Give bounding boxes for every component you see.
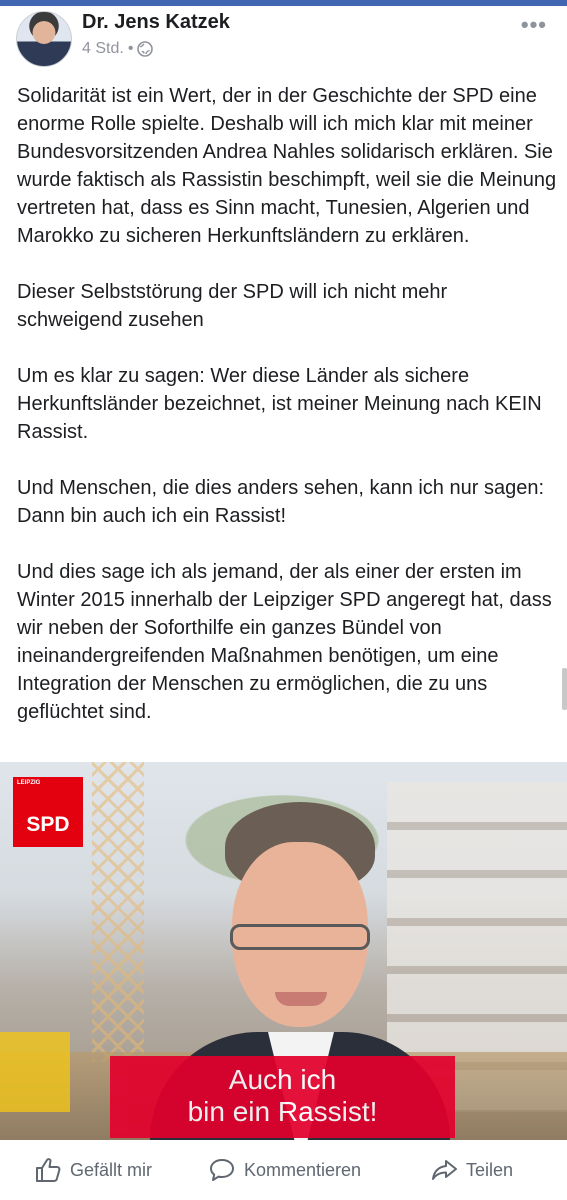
author-avatar[interactable]	[16, 11, 72, 67]
share-label: Teilen	[466, 1159, 514, 1180]
background-barrier	[0, 1032, 70, 1112]
post-paragraph: Und Menschen, die dies anders sehen, kan…	[17, 477, 545, 527]
share-button[interactable]: Teilen	[430, 1152, 513, 1188]
comment-bubble-icon	[208, 1156, 236, 1184]
spd-logo: LEIPZIG SPD	[13, 777, 83, 847]
portrait-glasses	[230, 924, 370, 950]
like-label: Gefällt mir	[70, 1159, 153, 1180]
banner-line-1: Auch ich	[228, 1064, 337, 1095]
post-paragraph: Dieser Selbststörung der SPD will ich ni…	[17, 281, 448, 331]
post-image[interactable]: LEIPZIG SPD Auch ich bin ein Rassist!	[0, 762, 567, 1140]
post-meta: 4 Std. •	[82, 40, 154, 58]
post-paragraph: Solidarität ist ein Wert, der in der Ges…	[17, 85, 557, 247]
share-arrow-icon	[430, 1156, 458, 1184]
meta-separator: •	[127, 40, 134, 57]
post-paragraph: Und dies sage ich als jemand, der als ei…	[17, 561, 552, 723]
spd-logo-text: SPD	[26, 813, 70, 836]
background-crane	[92, 762, 144, 1062]
comment-button[interactable]: Kommentieren	[208, 1152, 361, 1188]
portrait-mouth	[275, 992, 327, 1006]
globe-icon	[137, 41, 154, 57]
comment-label: Kommentieren	[244, 1159, 362, 1180]
post-paragraph: Um es klar zu sagen: Wer diese Länder al…	[17, 365, 542, 443]
more-options-icon[interactable]: •••	[521, 12, 547, 38]
like-button[interactable]: Gefällt mir	[34, 1152, 152, 1188]
banner-line-2: bin ein Rassist!	[187, 1096, 378, 1127]
spd-logo-city: LEIPZIG	[17, 780, 41, 786]
scrollbar-thumb[interactable]	[562, 668, 567, 710]
author-name[interactable]: Dr. Jens Katzek	[82, 11, 230, 34]
post-header: Dr. Jens Katzek 4 Std. • •••	[0, 6, 567, 70]
post-body: Solidarität ist ein Wert, der in der Ges…	[17, 82, 557, 726]
image-banner: Auch ich bin ein Rassist!	[110, 1056, 455, 1138]
thumbs-up-icon	[34, 1156, 62, 1184]
post-time[interactable]: 4 Std.	[82, 40, 124, 58]
